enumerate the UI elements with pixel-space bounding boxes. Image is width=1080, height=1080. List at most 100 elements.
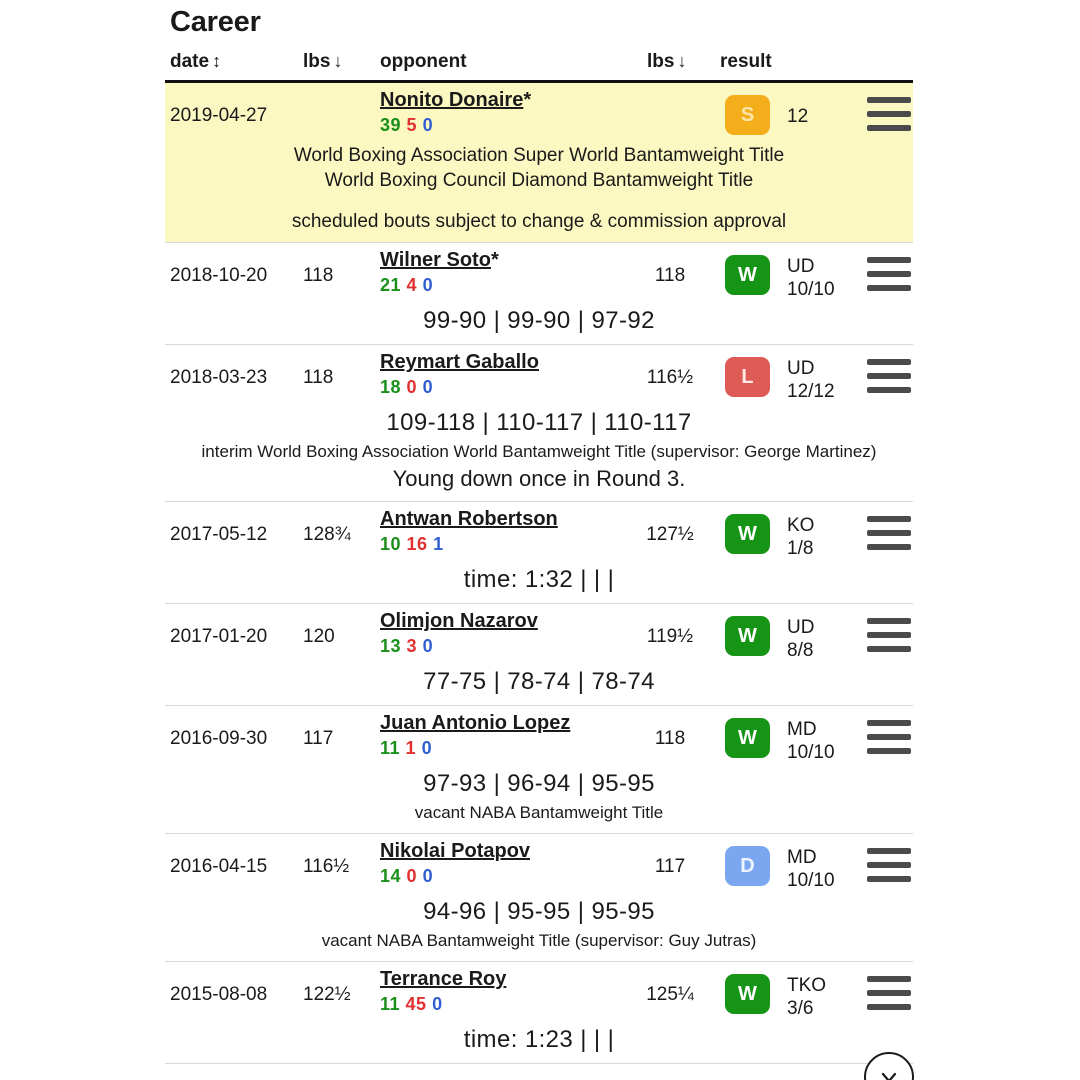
bout-detail-scores: time: 1:32 | | | [463,566,615,593]
column-header-date[interactable]: date ↕ [170,51,221,73]
column-header-result[interactable]: result [720,51,772,73]
bout-weight-opponent: 119½ [646,626,694,647]
bout-row-main: 2016-04-15 116½ Nikolai Potapov 14 0 0 117 D M… [165,840,913,894]
opponent-link[interactable]: Antwan Robertson [380,508,558,531]
sort-updown-icon[interactable]: ↕ [209,51,221,71]
bout-date: 2015-08-08 [170,984,268,1005]
hamburger-menu-icon[interactable] [867,848,911,882]
column-header-lbs-left[interactable]: lbs ↓ [303,51,342,73]
hamburger-menu-icon[interactable] [867,97,911,131]
bout-result-rounds: 8/8 [787,640,814,661]
opponent-record-wins: 10 [380,534,402,554]
opponent-link[interactable]: Nikolai Potapov [380,840,530,863]
hamburger-menu-icon[interactable] [867,516,911,550]
bout-weight-opponent: 125¼ [646,984,694,1005]
bout-result-rounds: 10/10 [787,279,835,300]
column-header-opponent[interactable]: opponent [380,51,467,73]
bout-result-rounds: 3/6 [787,998,814,1019]
result-badge: W [725,616,770,656]
bout-row-main: 2015-08-08 122½ Terrance Roy 11 45 0 125¼ W TK… [165,968,913,1022]
result-badge: W [725,718,770,758]
bout-row[interactable]: 2018-10-20 118 Wilner Soto* 21 4 0 118 W UD 10/… [165,243,913,345]
opponent-record-losses: 3 [406,636,418,656]
hamburger-bar [867,544,911,550]
bout-row-main: 2017-05-12 128¾ Antwan Robertson 10 16 1 127… [165,508,913,562]
result-badge: D [725,846,770,886]
opponent-record-draws: 0 [422,275,434,295]
hamburger-menu-icon[interactable] [867,618,911,652]
opponent-record-losses: 5 [406,115,418,135]
bout-detail-note: Young down once in Round 3. [392,466,686,491]
bout-date: 2016-09-30 [170,728,268,749]
bout-row[interactable]: 2017-05-12 128¾ Antwan Robertson 10 16 1 127… [165,502,913,604]
bout-opponent-cell: Nonito Donaire* 39 5 0 [380,89,640,136]
opponent-record-draws: 0 [422,115,434,135]
hamburger-bar [867,285,911,291]
opponent-record-wins: 21 [380,275,402,295]
chevron-down-icon [881,1072,897,1080]
column-header-lbs-left-label: lbs [303,51,331,72]
bout-weight-opponent: 116½ [646,367,694,388]
hamburger-menu-icon[interactable] [867,976,911,1010]
bout-result-rounds: 1/8 [787,538,814,559]
bout-row[interactable]: 2015-08-08 122½ Terrance Roy 11 45 0 125¼ W TK… [165,962,913,1064]
bout-weight-fighter: 128¾ [303,524,351,545]
bout-opponent-cell: Reymart Gaballo 18 0 0 [380,351,640,398]
bout-weight-fighter: 118 [303,367,334,388]
bout-result-method-line: UD [787,256,815,277]
bout-row[interactable]: 2019-04-27 Nonito Donaire* 39 5 0 S 12 World … [165,83,913,243]
bout-row[interactable]: 2017-01-20 120 Olimjon Nazarov 13 3 0 119½ W U… [165,604,913,706]
opponent-link[interactable]: Terrance Roy [380,968,506,991]
sort-down-icon[interactable]: ↓ [674,51,686,71]
opponent-record: 11 45 0 [380,994,640,1015]
bout-date: 2018-10-20 [170,265,268,286]
hamburger-bar [867,748,911,754]
bout-result-method-line: MD [787,847,817,868]
bout-row[interactable]: 2016-09-30 117 Juan Antonio Lopez 11 1 0 118… [165,706,913,834]
opponent-link[interactable]: Wilner Soto [380,249,491,272]
opponent-link[interactable]: Juan Antonio Lopez [380,712,570,735]
bout-date: 2016-04-15 [170,856,268,877]
hamburger-bar [867,530,911,536]
bout-result-method: KO 1/8 [787,514,814,560]
opponent-name-line: Juan Antonio Lopez [380,712,640,735]
opponent-record-losses: 45 [405,994,427,1014]
bout-row[interactable]: 2016-04-15 116½ Nikolai Potapov 14 0 0 117 D M… [165,834,913,962]
hamburger-menu-icon[interactable] [867,359,911,393]
opponent-record-draws: 0 [422,377,434,397]
bout-result-method: 12 [787,105,808,128]
bout-result-rounds: 10/10 [787,742,835,763]
opponent-link[interactable]: Nonito Donaire [380,89,523,112]
sort-down-icon[interactable]: ↓ [330,51,342,71]
opponent-record: 39 5 0 [380,115,640,136]
hamburger-bar [867,125,911,131]
opponent-record: 14 0 0 [380,866,640,887]
opponent-record: 18 0 0 [380,377,640,398]
bout-result-method-line: MD [787,719,817,740]
column-header-lbs-right-label: lbs [647,51,675,72]
bout-weight-opponent: 118 [654,728,686,749]
bout-opponent-cell: Olimjon Nazarov 13 3 0 [380,610,640,657]
bout-opponent-cell: Nikolai Potapov 14 0 0 [380,840,640,887]
bout-result-method-line: UD [787,617,815,638]
hamburger-menu-icon[interactable] [867,720,911,754]
bout-detail-scores: 97-93 | 96-94 | 95-95 [423,770,655,797]
bout-detail-scores: 94-96 | 95-95 | 95-95 [423,898,655,925]
opponent-link[interactable]: Reymart Gaballo [380,351,539,374]
hamburger-bar [867,976,911,982]
hamburger-bar [867,97,911,103]
bout-row-main: 2018-03-23 118 Reymart Gaballo 18 0 0 116½ L U… [165,351,913,405]
bout-date: 2017-05-12 [170,524,268,545]
column-header-lbs-right[interactable]: lbs ↓ [647,51,686,73]
hamburger-bar [867,271,911,277]
opponent-name-line: Nonito Donaire* [380,89,640,112]
hamburger-bar [867,632,911,638]
hamburger-bar [867,516,911,522]
bout-weight-fighter: 120 [303,626,335,647]
opponent-link[interactable]: Olimjon Nazarov [380,610,538,633]
bout-result-method: UD 12/12 [787,357,835,403]
bout-row[interactable]: 2018-03-23 118 Reymart Gaballo 18 0 0 116½ L U… [165,345,913,502]
hamburger-menu-icon[interactable] [867,257,911,291]
opponent-record-draws: 0 [422,636,434,656]
bout-detail-scores: time: 1:23 | | | [463,1026,615,1053]
